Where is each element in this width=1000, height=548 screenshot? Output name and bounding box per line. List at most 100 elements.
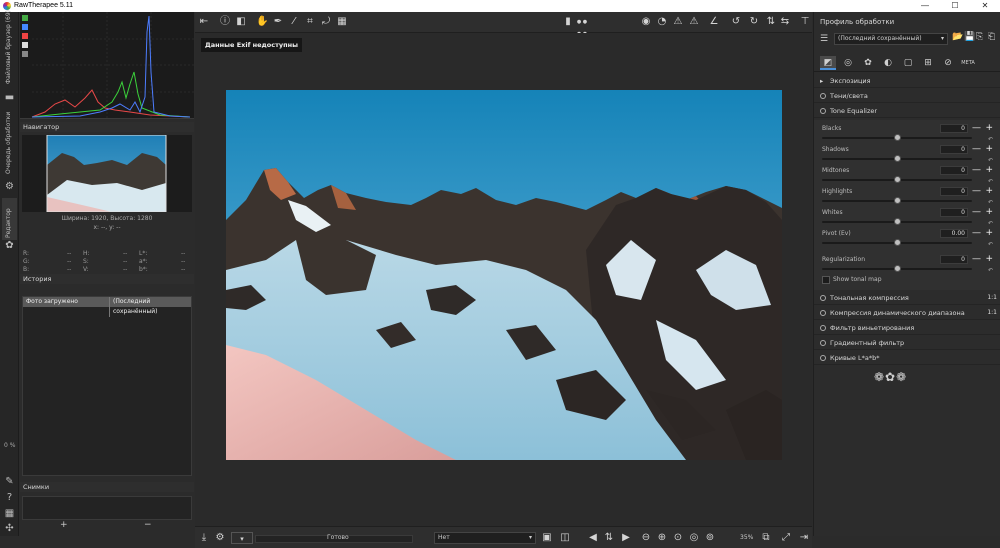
slider-row[interactable]: Shadows 0 — + ↶	[820, 144, 996, 165]
color-picker-icon[interactable]: ⁄	[288, 16, 300, 28]
power-icon[interactable]	[820, 93, 826, 99]
perspective-icon[interactable]: ▦	[336, 16, 348, 28]
increment-button[interactable]: +	[985, 123, 993, 133]
tool-shadows-highlights[interactable]: Тени/света	[814, 89, 1000, 103]
power-icon[interactable]	[820, 355, 826, 361]
hand-tool-icon[interactable]: ✋	[256, 16, 268, 28]
warning-icon-2[interactable]: ⚠	[688, 16, 700, 28]
decrement-button[interactable]: —	[972, 228, 981, 238]
power-icon[interactable]	[820, 340, 826, 346]
zoom-100-icon[interactable]: ◎	[688, 532, 700, 544]
info-icon[interactable]: ⓘ	[219, 16, 231, 28]
open-profile-icon[interactable]: 📂	[952, 32, 963, 42]
before-after-icon[interactable]: ◧	[235, 16, 247, 28]
slider-row[interactable]: Whites 0 — + ↶	[820, 207, 996, 228]
pin-icon[interactable]: ✎	[4, 476, 15, 487]
collapse-top-icon[interactable]: ⊤	[799, 16, 811, 28]
slider-value-input[interactable]: 0	[940, 187, 968, 196]
move-icon[interactable]: ✣	[4, 523, 15, 534]
prev-image-icon[interactable]: ◀	[587, 532, 599, 544]
tab-file-browser[interactable]: Файловый браузер (69)	[2, 10, 17, 92]
paste-profile-icon[interactable]: ⎗	[988, 32, 995, 42]
decrement-button[interactable]: —	[972, 186, 981, 196]
tool-tone-mapping[interactable]: Тональная компрессия 1:1	[814, 291, 1000, 305]
minimize-button[interactable]: —	[910, 0, 940, 12]
zoom-out-icon[interactable]: ⊖	[640, 532, 652, 544]
power-icon[interactable]	[820, 325, 826, 331]
increment-button[interactable]: +	[985, 165, 993, 175]
zoom-in-icon[interactable]: ⊕	[656, 532, 668, 544]
image-canvas[interactable]: Данные Exif недоступны	[195, 33, 812, 526]
slider-row[interactable]: Midtones 0 — + ↶	[820, 165, 996, 186]
collapse-right-icon[interactable]: ⇥	[798, 532, 810, 544]
next-image-icon[interactable]: ▶	[620, 532, 632, 544]
tab-color-icon[interactable]: ✿	[860, 56, 876, 70]
tool-graduated-filter[interactable]: Градиентный фильтр	[814, 336, 1000, 350]
white-balance-picker-icon[interactable]: ✒	[272, 16, 284, 28]
decrement-button[interactable]: —	[972, 144, 981, 154]
tab-exposure-icon[interactable]: ◩	[820, 56, 836, 70]
tab-queue[interactable]: Очередь обработки	[2, 108, 17, 178]
tool-drc[interactable]: Компрессия динамического диапазона 1:1	[814, 306, 1000, 320]
decrement-button[interactable]: —	[972, 207, 981, 217]
increment-button[interactable]: +	[985, 207, 993, 217]
increment-button[interactable]: +	[985, 144, 993, 154]
channel-toggle-icon[interactable]: ▮	[562, 16, 574, 28]
slider-thumb[interactable]	[893, 176, 901, 183]
maximize-button[interactable]: ☐	[940, 0, 970, 12]
fullscreen-icon[interactable]: ⤢	[780, 532, 792, 544]
increment-button[interactable]: +	[985, 254, 993, 264]
aperture-icon[interactable]: ✿	[4, 240, 15, 251]
crop-icon[interactable]: ⌗	[304, 16, 316, 28]
reset-icon[interactable]: ↶	[988, 178, 993, 185]
slider-thumb[interactable]	[893, 197, 901, 204]
save-profile-icon[interactable]: 💾	[964, 32, 975, 42]
copy-profile-icon[interactable]: ⎘	[976, 32, 983, 42]
reset-icon[interactable]: ↶	[988, 136, 993, 143]
tab-raw-icon[interactable]: ⊞	[920, 56, 936, 70]
slider-value-input[interactable]: 0	[940, 255, 968, 264]
queue-add-icon[interactable]: ⚙	[214, 532, 226, 544]
slider-value-input[interactable]: 0	[940, 124, 968, 133]
zoom-crop-icon[interactable]: ⊚	[704, 532, 716, 544]
tab-detail-icon[interactable]: ◎	[840, 56, 856, 70]
power-icon[interactable]	[820, 295, 826, 301]
new-window-icon[interactable]: ⧉	[760, 532, 772, 544]
slider-thumb[interactable]	[893, 218, 901, 225]
slider-value-input[interactable]: 0.00	[940, 229, 968, 238]
shadow-clip-icon[interactable]: ◔	[656, 16, 668, 28]
navigator-thumbnail[interactable]	[22, 134, 192, 213]
reset-icon[interactable]: ↶	[988, 157, 993, 164]
sort-icon[interactable]: ⇅	[603, 532, 615, 544]
profile-list-icon[interactable]: ☰	[820, 34, 828, 44]
straighten-icon[interactable]: ⤾	[320, 16, 332, 28]
profile-select[interactable]: (Последний сохранённый) ▾	[834, 33, 948, 45]
reset-icon[interactable]: ↶	[988, 220, 993, 227]
decrement-button[interactable]: —	[972, 123, 981, 133]
slider-thumb[interactable]	[893, 134, 901, 141]
tool-tone-equalizer[interactable]: Tone Equalizer	[814, 104, 1000, 118]
slider-value-input[interactable]: 0	[940, 166, 968, 175]
reset-icon[interactable]: ↶	[988, 267, 993, 274]
slider-value-input[interactable]: 0	[940, 208, 968, 217]
folder-icon[interactable]: ▬	[4, 92, 15, 103]
help-icon[interactable]: ?	[4, 492, 15, 503]
tab-locallab-icon[interactable]: ⊘	[940, 56, 956, 70]
history-row[interactable]: Фото загружено (Последний сохранённый)	[23, 297, 191, 317]
tab-transform-icon[interactable]: ▢	[900, 56, 916, 70]
tab-advanced-icon[interactable]: ◐	[880, 56, 896, 70]
zoom-fit-icon[interactable]: ⊙	[672, 532, 684, 544]
slider-thumb[interactable]	[893, 265, 901, 272]
tool-exposure[interactable]: ▸ Экспозиция	[814, 74, 1000, 88]
slider-row[interactable]: Blacks 0 — + ↶	[820, 123, 996, 144]
decrement-button[interactable]: —	[972, 165, 981, 175]
close-button[interactable]: ✕	[970, 0, 1000, 12]
channel-dots-icon[interactable]: ● ● ● ●	[576, 16, 588, 37]
slider-value-input[interactable]: 0	[940, 145, 968, 154]
decrement-button[interactable]: —	[972, 254, 981, 264]
warning-icon[interactable]: ⚠	[672, 16, 684, 28]
output-format-select[interactable]: ▾	[231, 532, 253, 544]
rotate-left-icon[interactable]: ↺	[730, 16, 742, 28]
tab-meta-icon[interactable]: META	[960, 56, 976, 70]
grid-icon[interactable]: ▦	[4, 508, 15, 519]
